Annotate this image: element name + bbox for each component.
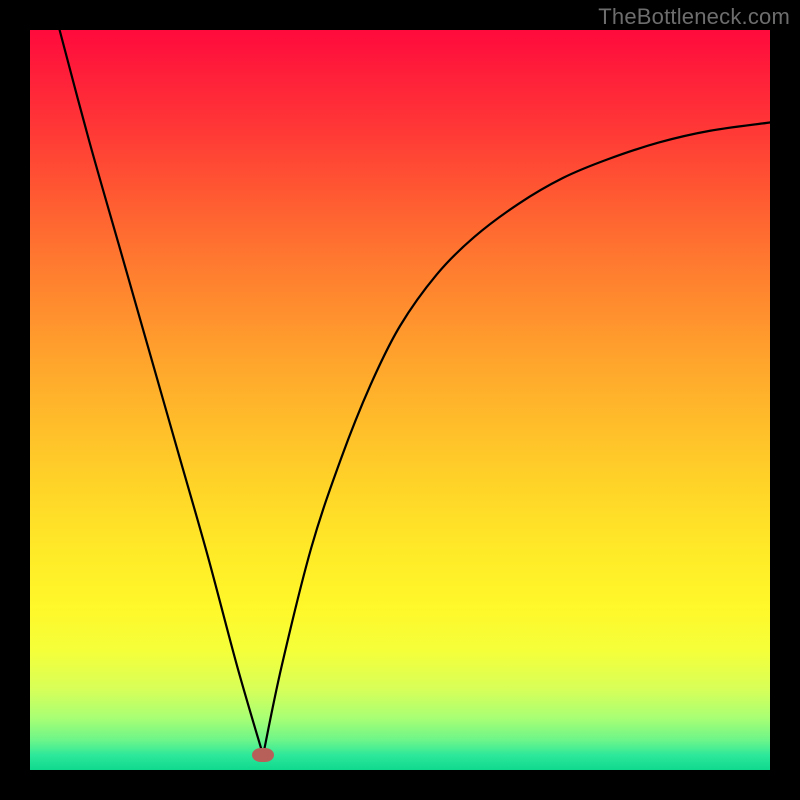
curve-left-branch — [60, 30, 264, 755]
chart-frame: TheBottleneck.com — [0, 0, 800, 800]
bottleneck-curve — [30, 30, 770, 770]
curve-right-branch — [263, 123, 770, 756]
attribution-label: TheBottleneck.com — [598, 4, 790, 30]
min-marker — [252, 748, 274, 762]
plot-area — [30, 30, 770, 770]
